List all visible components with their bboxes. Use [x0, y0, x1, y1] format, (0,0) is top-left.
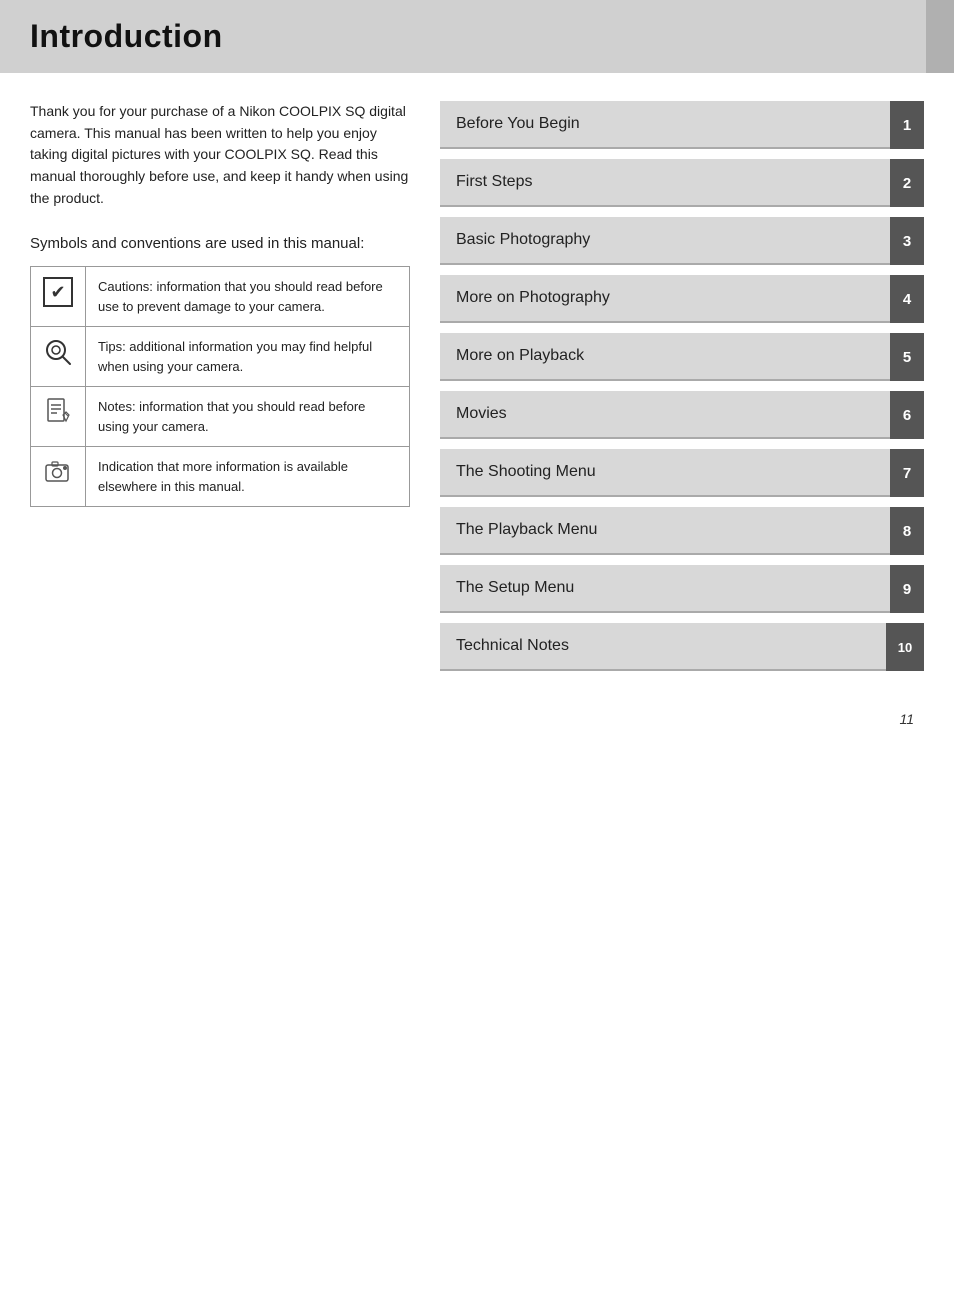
page-number: 11 [0, 701, 954, 747]
header-tab-decoration [926, 0, 954, 73]
chapter-number: 3 [890, 217, 924, 265]
chapter-item[interactable]: More on Playback5 [440, 333, 924, 381]
chapter-number: 8 [890, 507, 924, 555]
symbols-table: ✔ Cautions: information that you should … [30, 266, 410, 507]
chapter-number: 9 [890, 565, 924, 613]
chapter-number: 5 [890, 333, 924, 381]
chapter-item[interactable]: The Setup Menu9 [440, 565, 924, 613]
note-icon-cell [31, 387, 86, 447]
chapter-item[interactable]: The Shooting Menu7 [440, 449, 924, 497]
reference-icon-cell [31, 447, 86, 507]
note-svg [44, 397, 72, 425]
caution-icon: ✔ [43, 277, 73, 307]
page-title: Introduction [30, 18, 223, 54]
symbol-row-tip: Tips: additional information you may fin… [31, 327, 410, 387]
reference-text: Indication that more information is avai… [86, 447, 410, 507]
chapter-number: 2 [890, 159, 924, 207]
chapter-navigation: Before You Begin1First Steps2Basic Photo… [440, 101, 924, 671]
symbol-row-caution: ✔ Cautions: information that you should … [31, 267, 410, 327]
chapter-number: 10 [886, 623, 924, 671]
chapter-item[interactable]: Before You Begin1 [440, 101, 924, 149]
chapter-number: 7 [890, 449, 924, 497]
note-icon [43, 397, 73, 427]
chapter-label: Movies [440, 391, 890, 439]
intro-paragraph: Thank you for your purchase of a Nikon C… [30, 101, 410, 209]
chapter-item[interactable]: More on Photography4 [440, 275, 924, 323]
chapter-label: The Playback Menu [440, 507, 890, 555]
caution-text: Cautions: information that you should re… [86, 267, 410, 327]
chapter-label: First Steps [440, 159, 890, 207]
note-text: Notes: information that you should read … [86, 387, 410, 447]
symbols-heading: Symbols and conventions are used in this… [30, 233, 410, 254]
chapter-label: The Shooting Menu [440, 449, 890, 497]
chapter-item[interactable]: Technical Notes10 [440, 623, 924, 671]
main-content: Thank you for your purchase of a Nikon C… [0, 73, 954, 701]
chapter-item[interactable]: First Steps2 [440, 159, 924, 207]
chapter-item[interactable]: Basic Photography3 [440, 217, 924, 265]
chapter-label: Basic Photography [440, 217, 890, 265]
chapter-number: 1 [890, 101, 924, 149]
chapter-item[interactable]: Movies6 [440, 391, 924, 439]
chapter-label: More on Photography [440, 275, 890, 323]
reference-svg [43, 457, 73, 487]
symbol-row-note: Notes: information that you should read … [31, 387, 410, 447]
tip-icon [43, 337, 73, 367]
page-header: Introduction [0, 0, 954, 73]
chapter-label: The Setup Menu [440, 565, 890, 613]
chapter-label: Technical Notes [440, 623, 886, 671]
chapter-item[interactable]: The Playback Menu8 [440, 507, 924, 555]
chapter-number: 6 [890, 391, 924, 439]
tip-text: Tips: additional information you may fin… [86, 327, 410, 387]
tip-svg [43, 337, 73, 367]
caution-icon-cell: ✔ [31, 267, 86, 327]
chapter-label: More on Playback [440, 333, 890, 381]
chapter-number: 4 [890, 275, 924, 323]
symbol-row-reference: Indication that more information is avai… [31, 447, 410, 507]
chapter-label: Before You Begin [440, 101, 890, 149]
tip-icon-cell [31, 327, 86, 387]
reference-icon [43, 457, 73, 487]
left-column: Thank you for your purchase of a Nikon C… [30, 101, 410, 671]
